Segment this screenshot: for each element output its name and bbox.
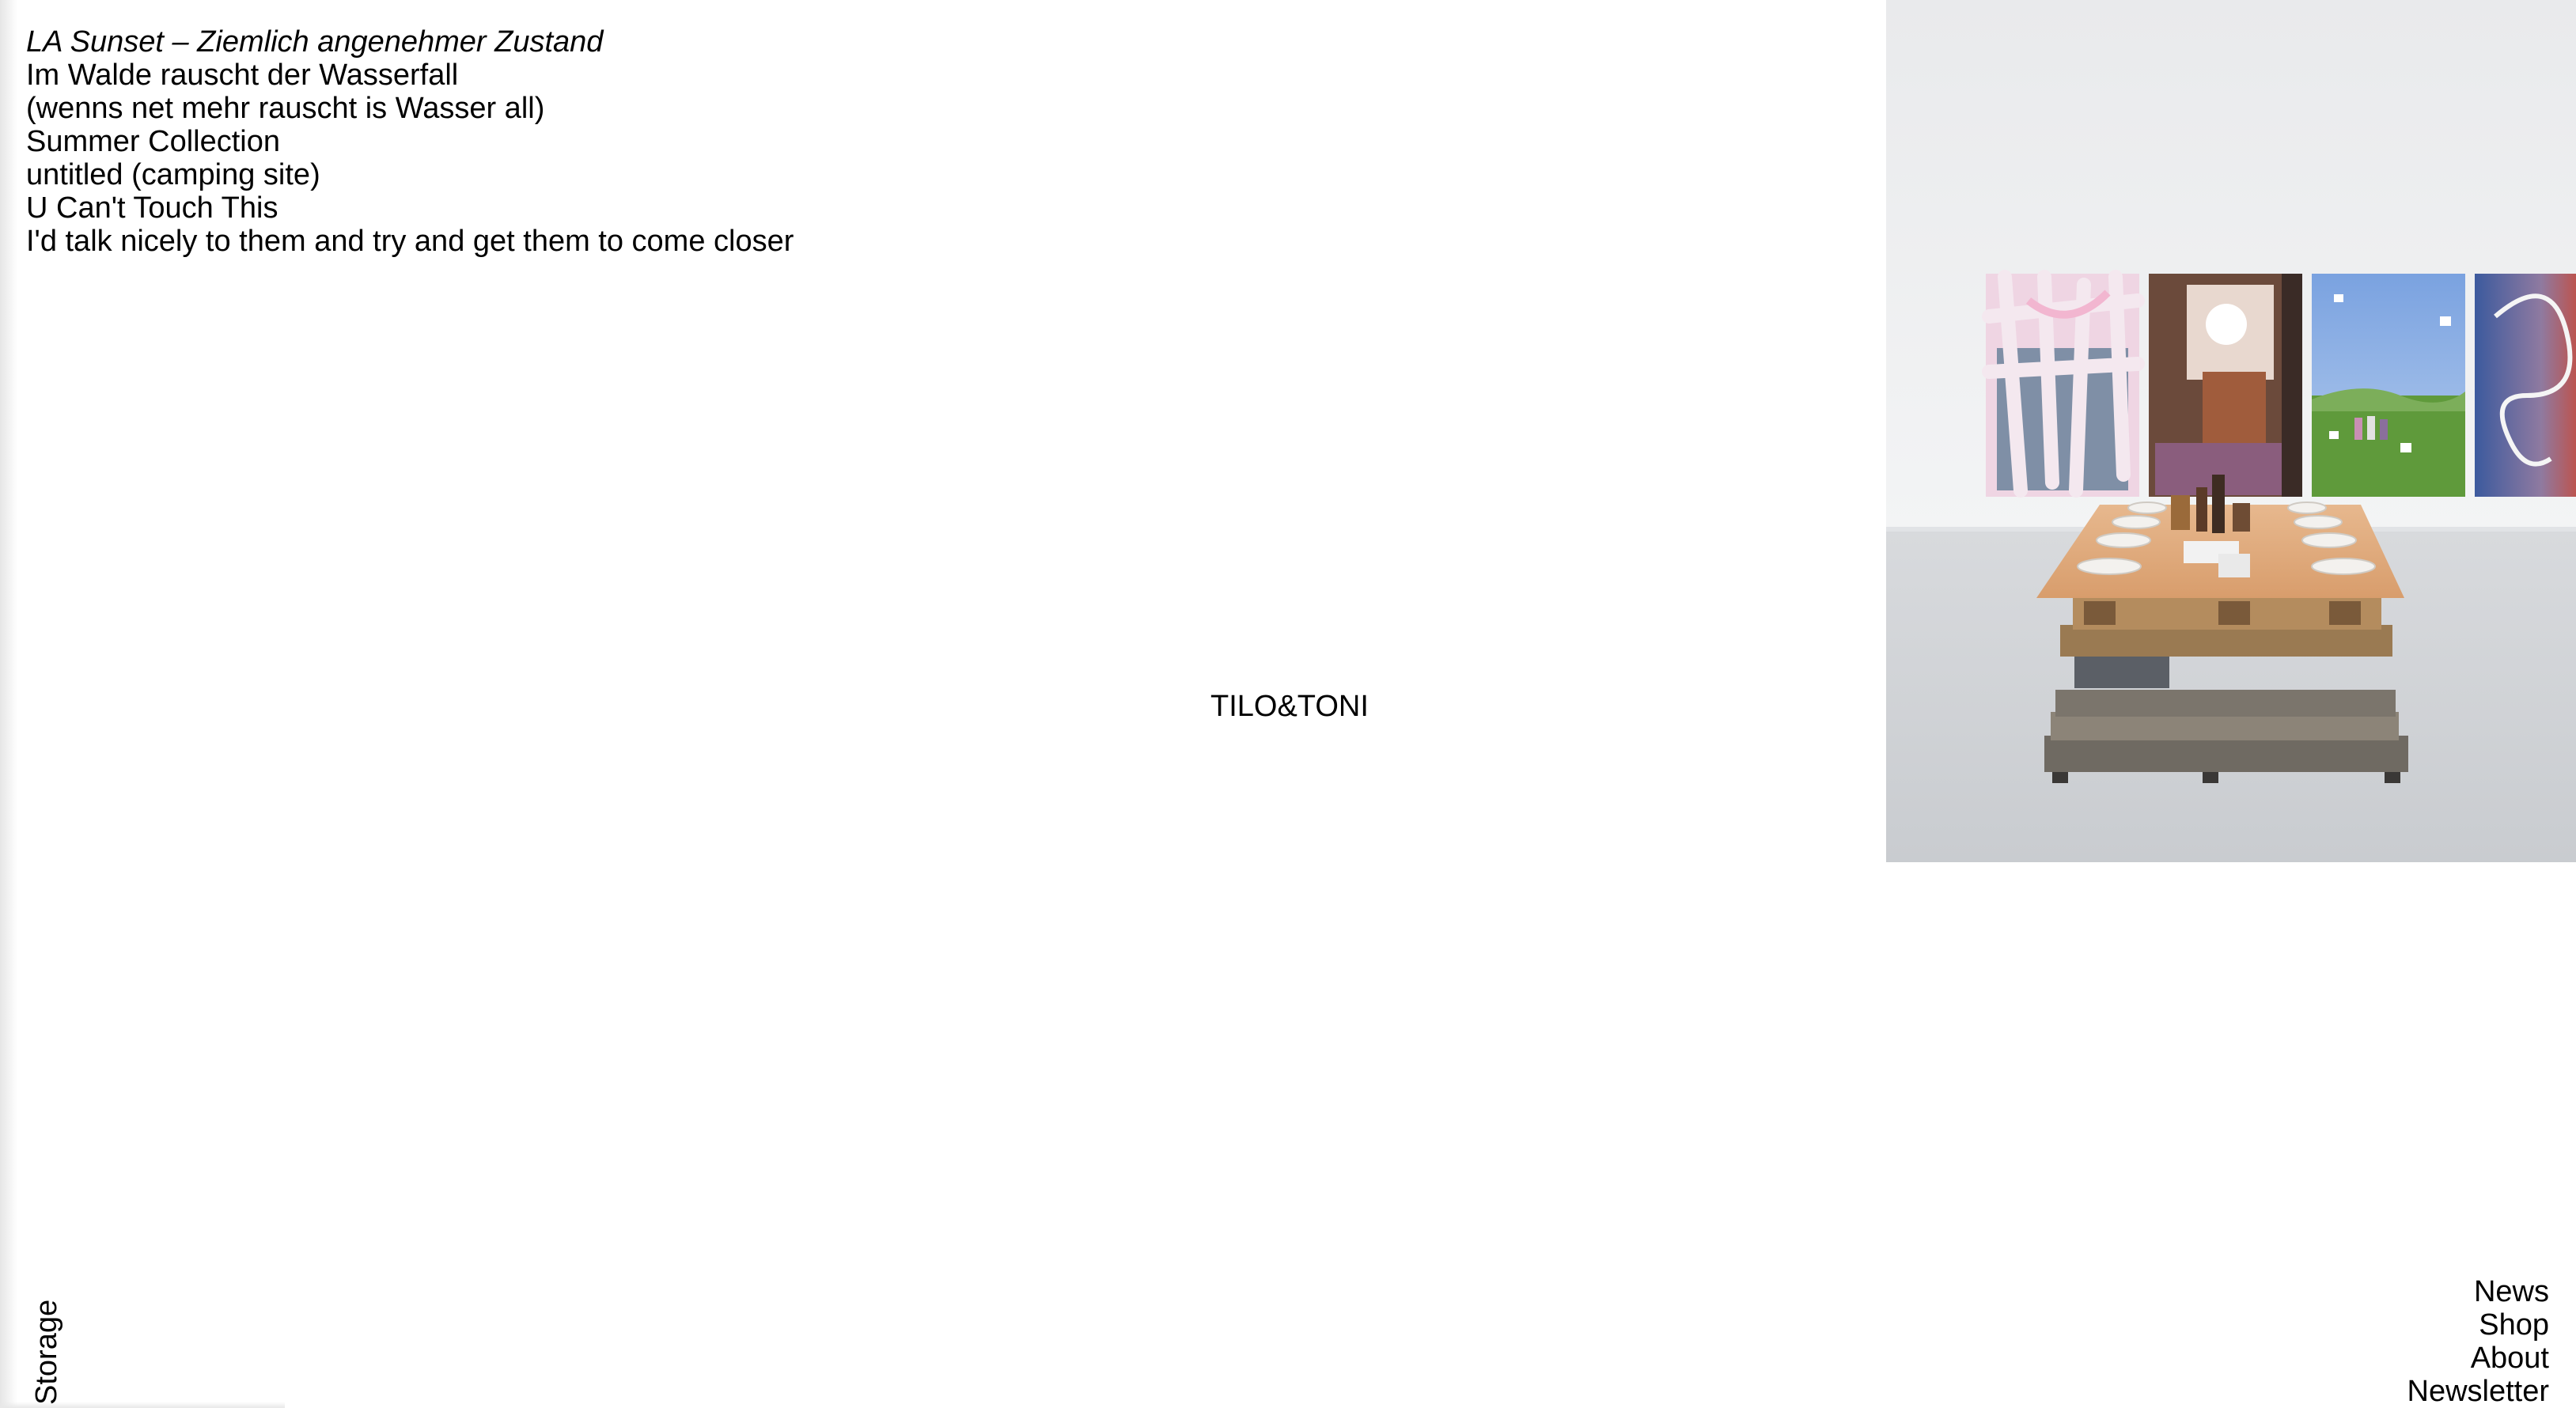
project-link-wenns-net-mehr[interactable]: (wenns net mehr rauscht is Wasser all) <box>26 92 794 125</box>
project-link-summer-collection[interactable]: Summer Collection <box>26 125 794 158</box>
project-link-u-cant-touch-this[interactable]: U Can't Touch This <box>26 191 794 225</box>
project-link-im-walde[interactable]: Im Walde rauscht der Wasserfall <box>26 59 794 92</box>
main-nav: News Shop About Newsletter <box>2407 1275 2550 1408</box>
project-link-untitled-camping-site[interactable]: untitled (camping site) <box>26 158 794 191</box>
project-link-la-sunset[interactable]: LA Sunset – Ziemlich angenehmer Zustand <box>26 25 794 59</box>
nav-news[interactable]: News <box>2407 1275 2549 1308</box>
exhibition-photo[interactable] <box>1886 0 2576 862</box>
project-link-id-talk-nicely[interactable]: I'd talk nicely to them and try and get … <box>26 225 794 258</box>
page: LA Sunset – Ziemlich angenehmer Zustand … <box>0 0 2576 1408</box>
nav-about[interactable]: About <box>2407 1342 2549 1375</box>
storage-link[interactable]: Storage <box>30 1300 63 1405</box>
left-edge-shadow <box>0 0 17 1408</box>
nav-shop[interactable]: Shop <box>2407 1308 2549 1342</box>
nav-newsletter[interactable]: Newsletter <box>2407 1375 2550 1408</box>
brand-logo[interactable]: TILO&TONI <box>1210 690 1369 723</box>
project-list: LA Sunset – Ziemlich angenehmer Zustand … <box>26 25 794 258</box>
